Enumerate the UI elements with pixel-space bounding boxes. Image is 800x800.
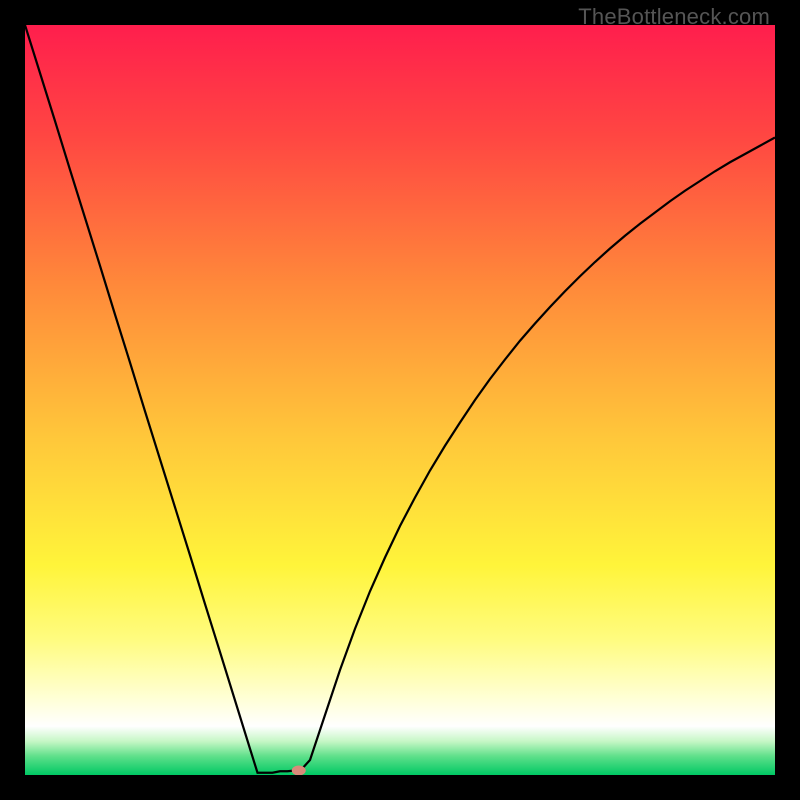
chart-frame xyxy=(25,25,775,775)
chart-background xyxy=(25,25,775,775)
bottleneck-chart xyxy=(25,25,775,775)
